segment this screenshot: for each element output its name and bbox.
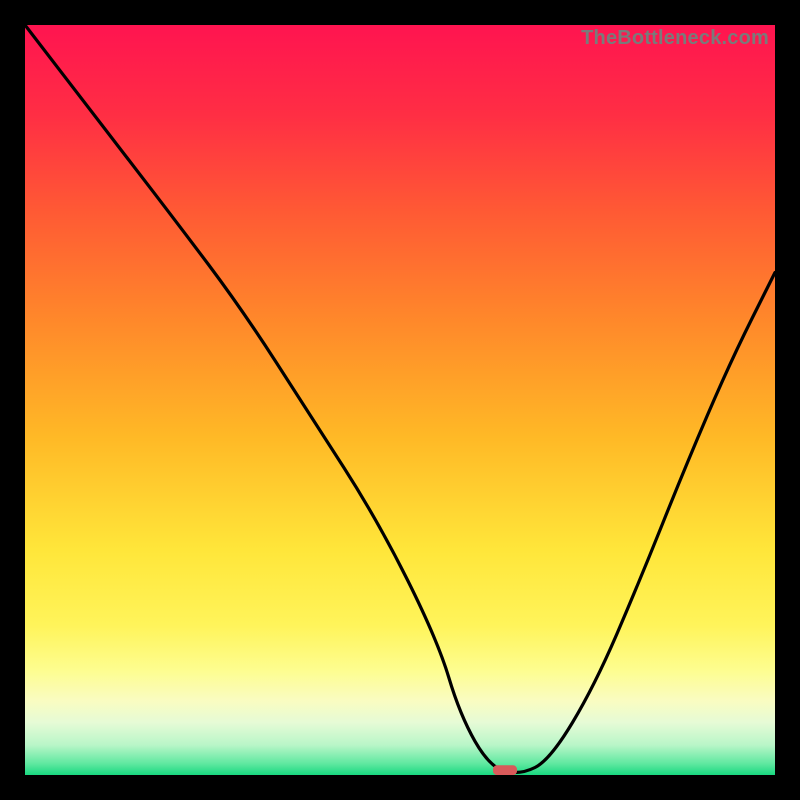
watermark-label: TheBottleneck.com [581,27,769,50]
bottleneck-chart [25,25,775,775]
gradient-background [25,25,775,775]
chart-container: TheBottleneck.com [25,25,775,775]
optimum-marker [493,765,517,775]
